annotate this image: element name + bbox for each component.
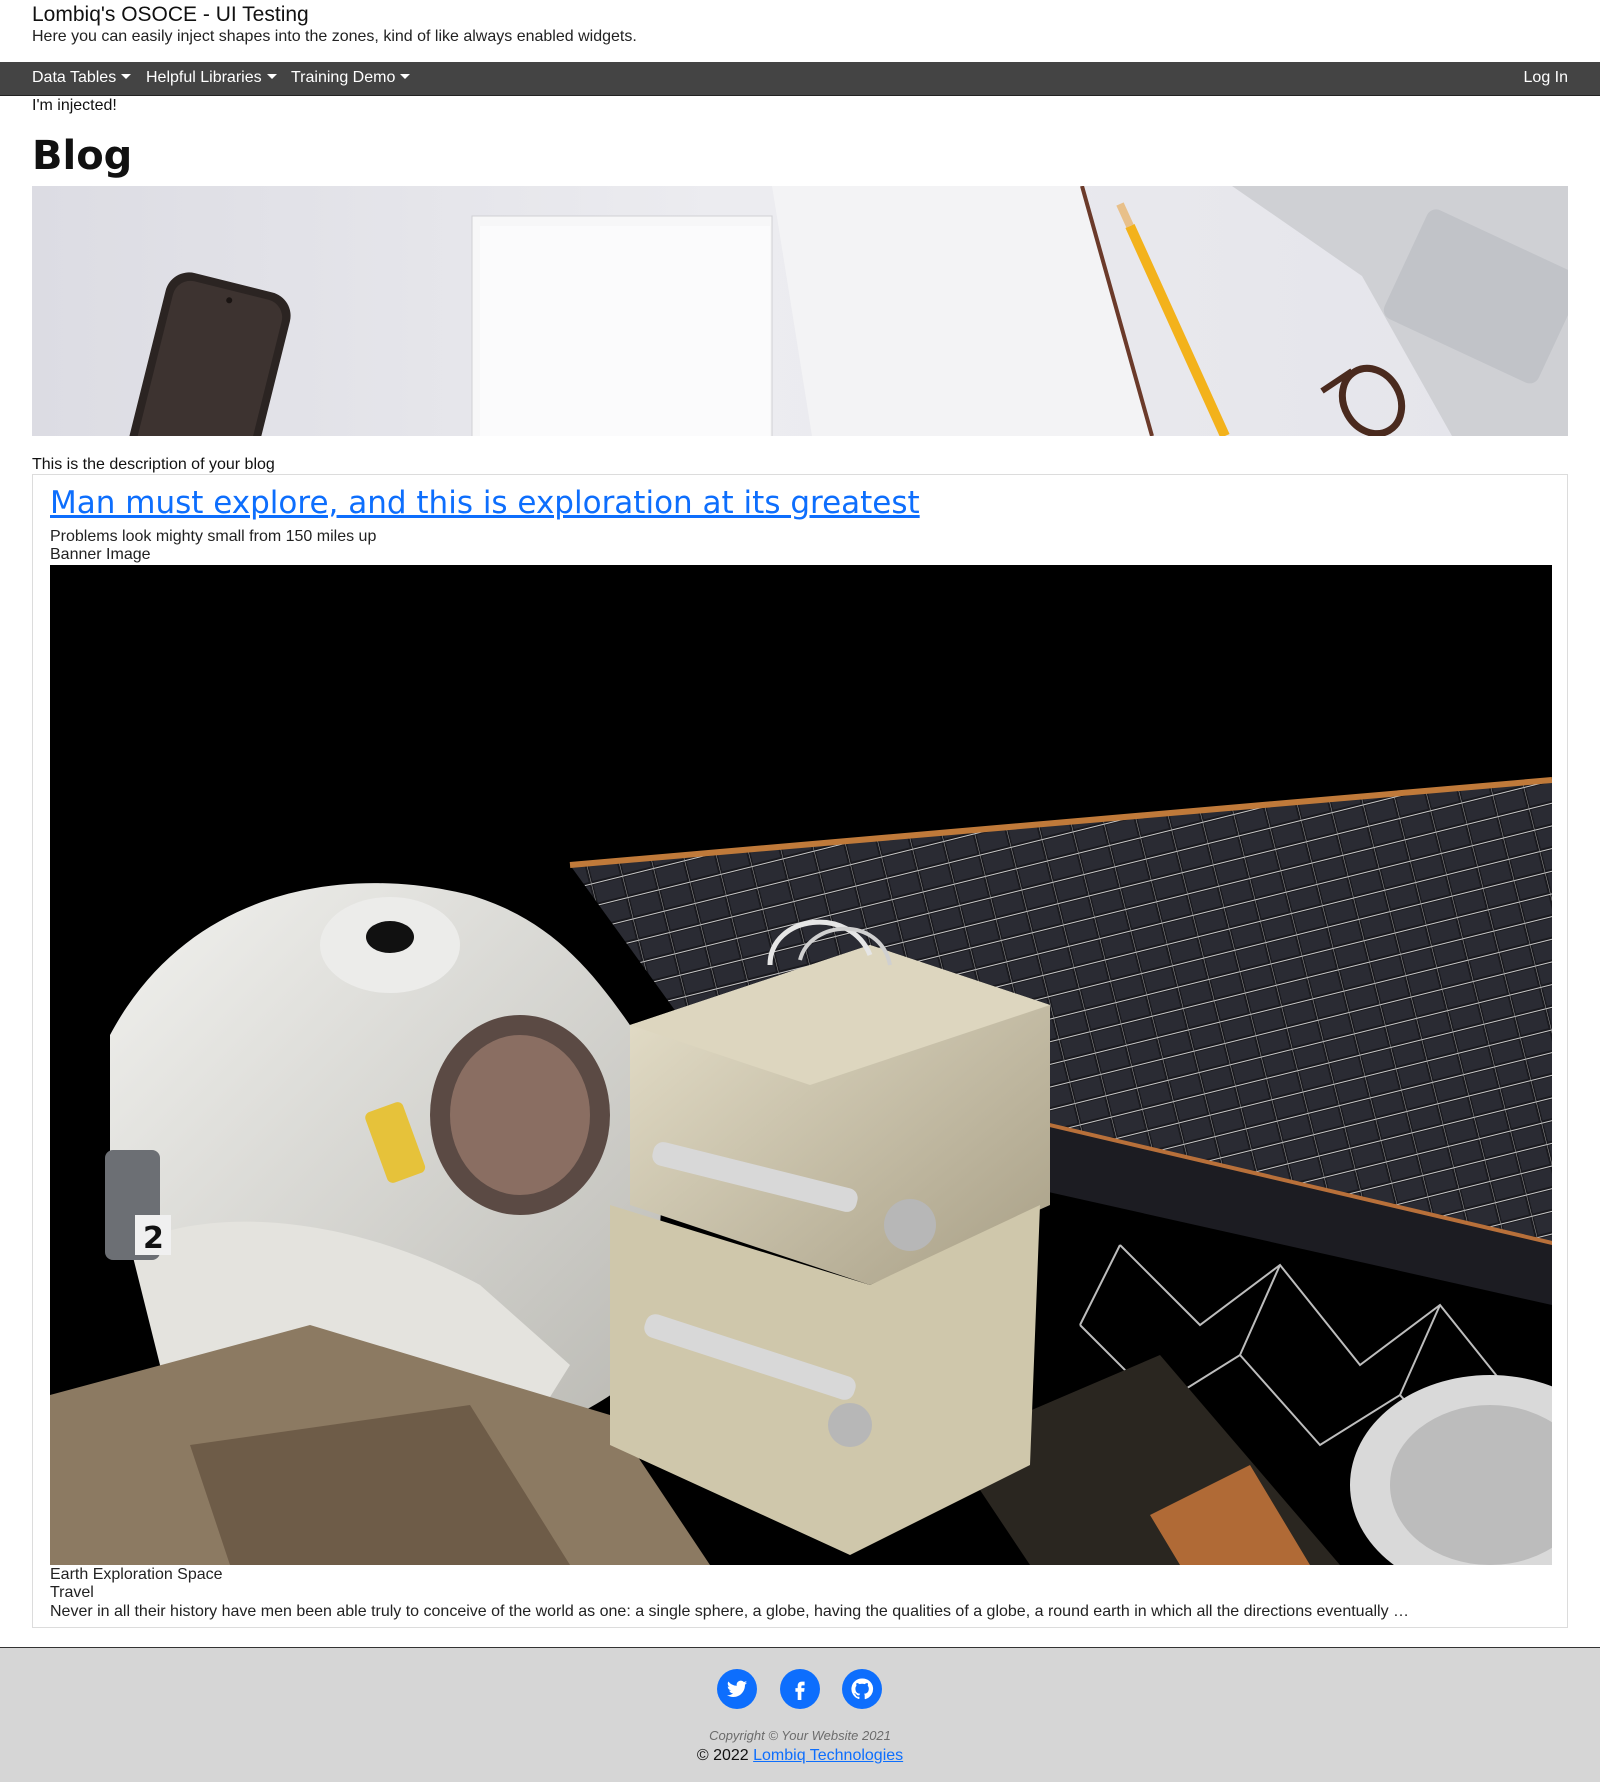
twitter-icon: [726, 1680, 748, 1697]
caret-down-icon: [266, 74, 277, 79]
caret-down-icon: [121, 74, 132, 79]
blog-heading: Blog: [32, 133, 133, 179]
post-tags: Earth Exploration Space: [50, 1566, 223, 1583]
facebook-icon: [795, 1681, 805, 1700]
footer-company: © 2022 Lombiq Technologies: [0, 1746, 1600, 1765]
github-link[interactable]: [842, 1669, 882, 1709]
astronaut-photo: 2: [50, 565, 1552, 1565]
nav-training-demo-dropdown[interactable]: Training Demo: [291, 62, 411, 95]
post-summary-card: Man must explore, and this is exploratio…: [32, 474, 1568, 1628]
nav-item-label: Helpful Libraries: [146, 69, 262, 86]
login-link[interactable]: Log In: [1524, 62, 1568, 95]
nav-item-label: Training Demo: [291, 69, 396, 86]
blog-description: This is the description of your blog: [32, 456, 275, 473]
injected-text: I'm injected!: [32, 97, 117, 114]
nav-helpful-libraries-dropdown[interactable]: Helpful Libraries: [146, 62, 277, 95]
twitter-link[interactable]: [717, 1669, 757, 1709]
lombiq-technologies-link[interactable]: Lombiq Technologies: [753, 1747, 903, 1764]
post-subtitle: Problems look mighty small from 150 mile…: [50, 528, 377, 545]
post-excerpt: Never in all their history have men been…: [50, 1603, 1410, 1620]
facebook-link[interactable]: [780, 1669, 820, 1709]
footer-company-prefix: © 2022: [696, 1747, 749, 1764]
post-category: Travel: [50, 1584, 94, 1601]
site-header: Lombiq's OSOCE - UI Testing Here you can…: [32, 2, 637, 47]
footer-copyright: Copyright © Your Website 2021: [709, 1728, 891, 1743]
blog-banner-image: [32, 186, 1568, 436]
post-banner-image: 2: [50, 565, 1552, 1565]
site-footer: Copyright © Your Website 2021 © 2022 Lom…: [0, 1647, 1600, 1782]
svg-text:2: 2: [143, 1221, 164, 1256]
nav-data-tables-dropdown[interactable]: Data Tables: [32, 62, 132, 95]
banner-image-label: Banner Image: [50, 546, 151, 563]
main-navbar: Data Tables Helpful Libraries Training D…: [0, 62, 1600, 96]
site-title: Lombiq's OSOCE - UI Testing: [32, 3, 309, 26]
github-icon: [851, 1678, 874, 1700]
desk-photo: [32, 186, 1568, 436]
post-title-link[interactable]: Man must explore, and this is exploratio…: [50, 483, 920, 523]
caret-down-icon: [400, 74, 411, 79]
site-tagline: Here you can easily inject shapes into t…: [32, 28, 637, 45]
nav-item-label: Data Tables: [32, 69, 117, 86]
